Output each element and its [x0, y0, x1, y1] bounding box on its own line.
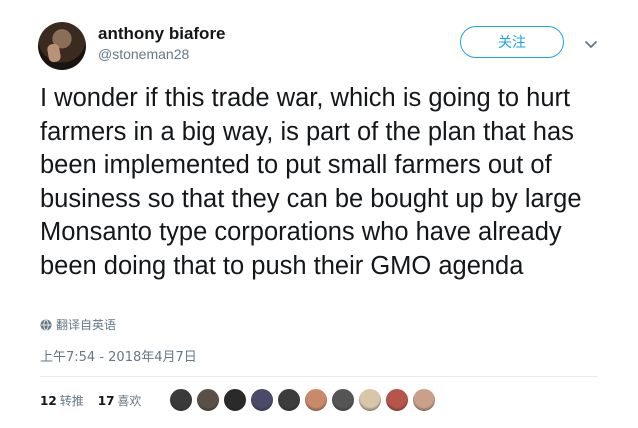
- retweets-label: 转推: [59, 394, 84, 408]
- liker-avatar[interactable]: [331, 388, 355, 412]
- retweets-count: 12: [40, 394, 57, 408]
- liker-avatar[interactable]: [169, 388, 193, 412]
- user-display-name[interactable]: anthony biafore: [98, 24, 226, 44]
- divider: [40, 376, 598, 377]
- likes-stat[interactable]: 17 喜欢: [98, 392, 142, 409]
- translate-link[interactable]: 翻译自英语: [40, 316, 116, 333]
- chevron-down-icon[interactable]: [583, 36, 599, 52]
- tweet-text: I wonder if this trade war, which is goi…: [40, 84, 582, 280]
- liker-avatars: [169, 388, 439, 412]
- user-handle[interactable]: @stoneman28: [98, 46, 189, 62]
- liker-avatar[interactable]: [358, 388, 382, 412]
- tweet-stats: 12 转推 17 喜欢: [40, 392, 155, 409]
- likes-label: 喜欢: [117, 394, 142, 408]
- likes-count: 17: [97, 394, 115, 408]
- liker-avatar[interactable]: [223, 388, 247, 412]
- liker-avatar[interactable]: [412, 388, 436, 412]
- liker-avatar[interactable]: [304, 388, 328, 412]
- tweet-timestamp[interactable]: 上午7:54 - 2018年4月7日: [40, 346, 197, 365]
- user-avatar[interactable]: [38, 22, 86, 70]
- liker-avatar[interactable]: [385, 388, 409, 412]
- avatar-hand: [46, 43, 62, 63]
- follow-button[interactable]: 关注: [460, 26, 564, 58]
- globe-icon: [40, 319, 52, 330]
- liker-avatar[interactable]: [196, 388, 220, 412]
- retweets-stat[interactable]: 12 转推: [40, 392, 84, 409]
- liker-avatar[interactable]: [250, 388, 274, 412]
- liker-avatar[interactable]: [277, 388, 301, 412]
- translate-label[interactable]: 翻译自英语: [56, 316, 116, 333]
